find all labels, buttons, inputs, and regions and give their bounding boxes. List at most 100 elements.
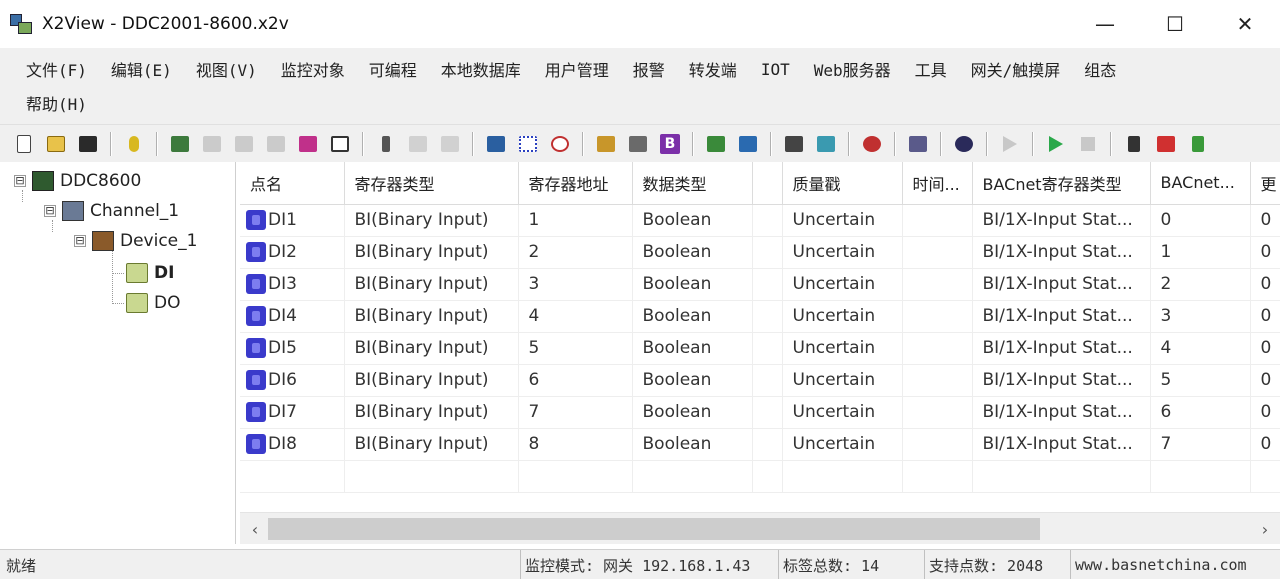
arrows-icon[interactable] — [1186, 132, 1210, 156]
collapse-toggle[interactable]: ⊟ — [14, 175, 26, 187]
cell-text: DI6 — [268, 370, 297, 390]
play-disabled-icon[interactable] — [998, 132, 1022, 156]
menu-iot[interactable]: IOT — [749, 60, 802, 79]
eye-icon[interactable] — [952, 132, 976, 156]
cell: 2 — [1150, 268, 1251, 301]
cell: Uncertain — [782, 268, 903, 301]
column-header[interactable]: BACnet... — [1150, 162, 1251, 205]
save-icon[interactable] — [76, 132, 100, 156]
disabled-edit-icon[interactable] — [264, 132, 288, 156]
column-header[interactable]: BACnet寄存器类型 — [972, 162, 1151, 205]
status-tag-count: 标签总数: 14 — [778, 550, 879, 579]
book-icon[interactable] — [484, 132, 508, 156]
hammer-icon[interactable] — [1122, 132, 1146, 156]
menu-local-database[interactable]: 本地数据库 — [429, 57, 533, 81]
cell-point-name: DI4 — [240, 300, 345, 333]
tree-node-channel[interactable]: ⊟ Channel_1 — [44, 198, 179, 224]
menu-view[interactable]: 视图(V) — [184, 57, 269, 81]
play-icon[interactable] — [1044, 132, 1068, 156]
table-row[interactable]: DI1 BI(Binary Input) 1 Boolean Uncertain… — [240, 204, 1280, 237]
copy-icon[interactable] — [406, 132, 430, 156]
new-file-icon[interactable] — [12, 132, 36, 156]
cube-icon[interactable] — [296, 132, 320, 156]
menu-programmable[interactable]: 可编程 — [357, 57, 429, 81]
db-icon[interactable] — [906, 132, 930, 156]
table-grid-icon[interactable] — [516, 132, 540, 156]
point-icon — [246, 434, 266, 454]
column-header[interactable]: 寄存器类型 — [344, 162, 519, 205]
column-header[interactable]: 寄存器地址 — [518, 162, 633, 205]
horizontal-scrollbar[interactable]: ‹ › — [240, 512, 1280, 544]
help-icon[interactable] — [122, 132, 146, 156]
maximize-button[interactable]: ☐ — [1140, 0, 1210, 48]
timer-icon[interactable] — [548, 132, 572, 156]
column-header[interactable]: 数据类型 — [632, 162, 753, 205]
scissors-icon[interactable] — [374, 132, 398, 156]
tree-node-di[interactable]: DI — [126, 260, 174, 286]
menu-monitor-object[interactable]: 监控对象 — [269, 57, 357, 81]
scroll-left-icon[interactable]: ‹ — [240, 513, 270, 545]
cell: 0 — [1250, 204, 1280, 237]
cell: 4 — [1150, 332, 1251, 365]
disabled-doc-icon[interactable] — [232, 132, 256, 156]
bug-icon[interactable] — [1154, 132, 1178, 156]
scroll-thumb[interactable] — [268, 518, 1040, 540]
menu-user-management[interactable]: 用户管理 — [533, 57, 621, 81]
person-icon[interactable] — [594, 132, 618, 156]
device-icon[interactable] — [626, 132, 650, 156]
table-row[interactable]: DI4 BI(Binary Input) 4 Boolean Uncertain… — [240, 300, 1280, 333]
close-button[interactable]: ✕ — [1210, 0, 1280, 48]
cell: 4 — [518, 300, 633, 333]
table-row[interactable]: DI7 BI(Binary Input) 7 Boolean Uncertain… — [240, 396, 1280, 429]
table-row[interactable]: DI8 BI(Binary Input) 8 Boolean Uncertain… — [240, 428, 1280, 461]
point-icon — [246, 338, 266, 358]
tree-node-do[interactable]: DO — [126, 290, 180, 316]
paste-icon[interactable] — [438, 132, 462, 156]
table-row[interactable]: DI5 BI(Binary Input) 5 Boolean Uncertain… — [240, 332, 1280, 365]
column-header[interactable]: 质量戳 — [782, 162, 903, 205]
cut-tool-icon[interactable] — [200, 132, 224, 156]
chart-icon[interactable] — [704, 132, 728, 156]
grid-icon[interactable] — [168, 132, 192, 156]
table-row[interactable]: DI3 BI(Binary Input) 3 Boolean Uncertain… — [240, 268, 1280, 301]
table-row[interactable]: DI6 BI(Binary Input) 6 Boolean Uncertain… — [240, 364, 1280, 397]
menu-tools[interactable]: 工具 — [903, 57, 959, 81]
points-table: 点名 寄存器类型 寄存器地址 数据类型 质量戳 时间... BACnet寄存器类… — [240, 162, 1280, 512]
title-bar: X2View - DDC2001-8600.x2v — ☐ ✕ — [0, 0, 1280, 48]
open-folder-icon[interactable] — [44, 132, 68, 156]
tree-node-ddc[interactable]: ⊟ DDC8600 — [14, 168, 141, 194]
cell-text: DI8 — [268, 434, 297, 454]
menu-file[interactable]: 文件(F) — [14, 57, 99, 81]
column-header[interactable]: 更 — [1250, 162, 1280, 205]
export-icon[interactable] — [736, 132, 760, 156]
menu-forwarder[interactable]: 转发端 — [677, 57, 749, 81]
collapse-toggle[interactable]: ⊟ — [44, 205, 56, 217]
cell — [752, 332, 783, 365]
route-icon[interactable] — [814, 132, 838, 156]
alarm-icon[interactable] — [860, 132, 884, 156]
minimize-button[interactable]: — — [1070, 0, 1140, 48]
scroll-right-icon[interactable]: › — [1250, 513, 1280, 545]
menu-gateway-touchscreen[interactable]: 网关/触摸屏 — [959, 57, 1073, 81]
menu-web-server[interactable]: Web服务器 — [802, 57, 903, 81]
channel-icon — [62, 201, 84, 221]
cell — [902, 396, 973, 429]
window-icon[interactable] — [328, 132, 352, 156]
tree-node-device[interactable]: ⊟ Device_1 — [74, 228, 197, 254]
menu-edit[interactable]: 编辑(E) — [99, 57, 184, 81]
toolbar-separator — [582, 131, 584, 156]
cell: 5 — [518, 332, 633, 365]
collapse-toggle[interactable]: ⊟ — [74, 235, 86, 247]
column-header[interactable]: 点名 — [240, 162, 345, 205]
menu-help[interactable]: 帮助(H) — [14, 91, 99, 115]
cell: BI(Binary Input) — [344, 236, 519, 269]
b-icon[interactable]: B — [658, 132, 682, 156]
stop-icon[interactable] — [1076, 132, 1100, 156]
table-row[interactable]: DI2 BI(Binary Input) 2 Boolean Uncertain… — [240, 236, 1280, 269]
cell-point-name: DI8 — [240, 428, 345, 461]
monitor-icon[interactable] — [782, 132, 806, 156]
menu-alarm[interactable]: 报警 — [621, 57, 677, 81]
column-header[interactable] — [752, 162, 783, 205]
menu-configuration[interactable]: 组态 — [1072, 57, 1128, 81]
column-header[interactable]: 时间... — [902, 162, 973, 205]
